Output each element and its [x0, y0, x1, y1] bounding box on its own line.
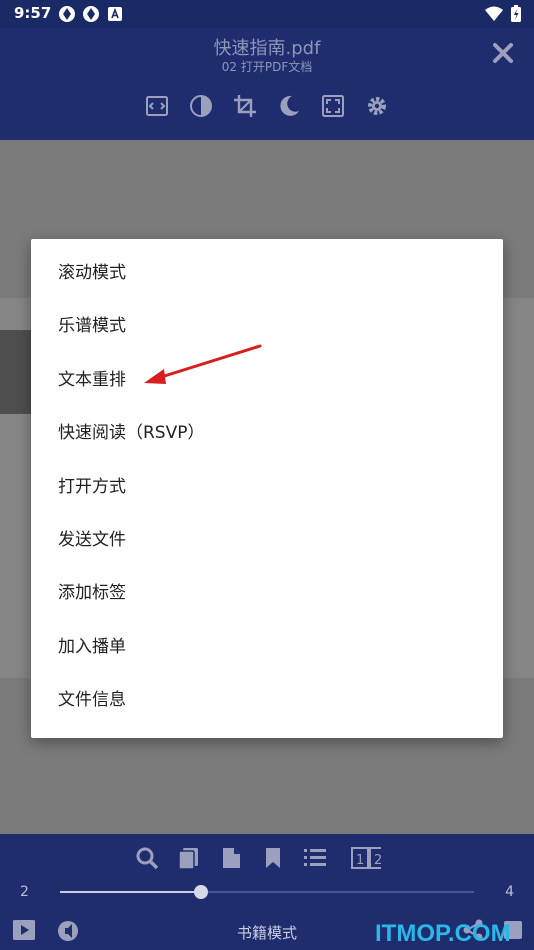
menu-item-file-info[interactable]: 文件信息	[31, 674, 503, 727]
wifi-icon	[485, 6, 503, 21]
two-page-icon[interactable]: 12	[345, 846, 381, 870]
pages-icon[interactable]	[177, 846, 201, 870]
fit-width-icon[interactable]	[145, 94, 169, 118]
top-toolbar: 快速指南.pdf 02 打开PDF文档	[0, 28, 534, 140]
menu-item-speed-reading-rsvp[interactable]: 快速阅读（RSVP）	[31, 407, 503, 460]
menu-item-text-reflow[interactable]: 文本重排	[31, 354, 503, 407]
menu-item-send-file[interactable]: 发送文件	[31, 514, 503, 567]
battery-icon	[511, 5, 521, 22]
contrast-icon[interactable]	[189, 94, 213, 118]
page-image-block	[0, 330, 34, 414]
night-mode-icon[interactable]	[277, 94, 301, 118]
slider-track[interactable]	[60, 891, 474, 893]
bookmark-icon[interactable]	[261, 846, 285, 870]
status-time: 9:57	[14, 4, 52, 22]
slider-thumb[interactable]	[193, 885, 208, 899]
search-icon[interactable]	[135, 846, 159, 870]
document-title: 快速指南.pdf	[213, 38, 321, 59]
view-mode-menu: 滚动模式 乐谱模式 文本重排 快速阅读（RSVP） 打开方式 发送文件 添加标签 加入播单 文件…	[31, 239, 503, 738]
font-notification-icon	[108, 7, 122, 21]
settings-gear-icon[interactable]	[365, 94, 389, 118]
document-icon[interactable]	[219, 846, 243, 870]
status-bar: 9:57	[0, 0, 534, 28]
menu-item-scroll-mode[interactable]: 滚动模式	[31, 247, 503, 300]
page-min-label: 2	[20, 884, 29, 900]
svg-text:2: 2	[374, 853, 381, 868]
close-icon[interactable]	[490, 40, 516, 66]
bottom-toolbar: 12 2 4 书籍模式 ITMOP.COM	[0, 834, 534, 950]
status-notification-icons	[58, 5, 124, 23]
app-notification-icon-2	[83, 6, 99, 22]
crop-icon[interactable]	[233, 94, 257, 118]
menu-item-open-with[interactable]: 打开方式	[31, 461, 503, 514]
menu-item-sheet-music-mode[interactable]: 乐谱模式	[31, 300, 503, 353]
slider-progress	[60, 891, 201, 893]
svg-text:1: 1	[356, 853, 364, 868]
bottom-tools: 12	[135, 846, 381, 870]
menu-item-add-tag[interactable]: 添加标签	[31, 567, 503, 620]
view-tools	[145, 94, 389, 118]
outline-list-icon[interactable]	[303, 846, 327, 870]
page-max-label: 4	[505, 884, 514, 900]
fullscreen-icon[interactable]	[321, 94, 345, 118]
document-subtitle: 02 打开PDF文档	[221, 60, 313, 74]
app-notification-icon	[59, 6, 75, 22]
status-system-icons	[484, 5, 522, 23]
watermark-text: ITMOP.COM	[375, 920, 511, 947]
menu-item-add-to-playlist[interactable]: 加入播单	[31, 621, 503, 674]
page-slider[interactable]: 2 4	[0, 880, 534, 904]
